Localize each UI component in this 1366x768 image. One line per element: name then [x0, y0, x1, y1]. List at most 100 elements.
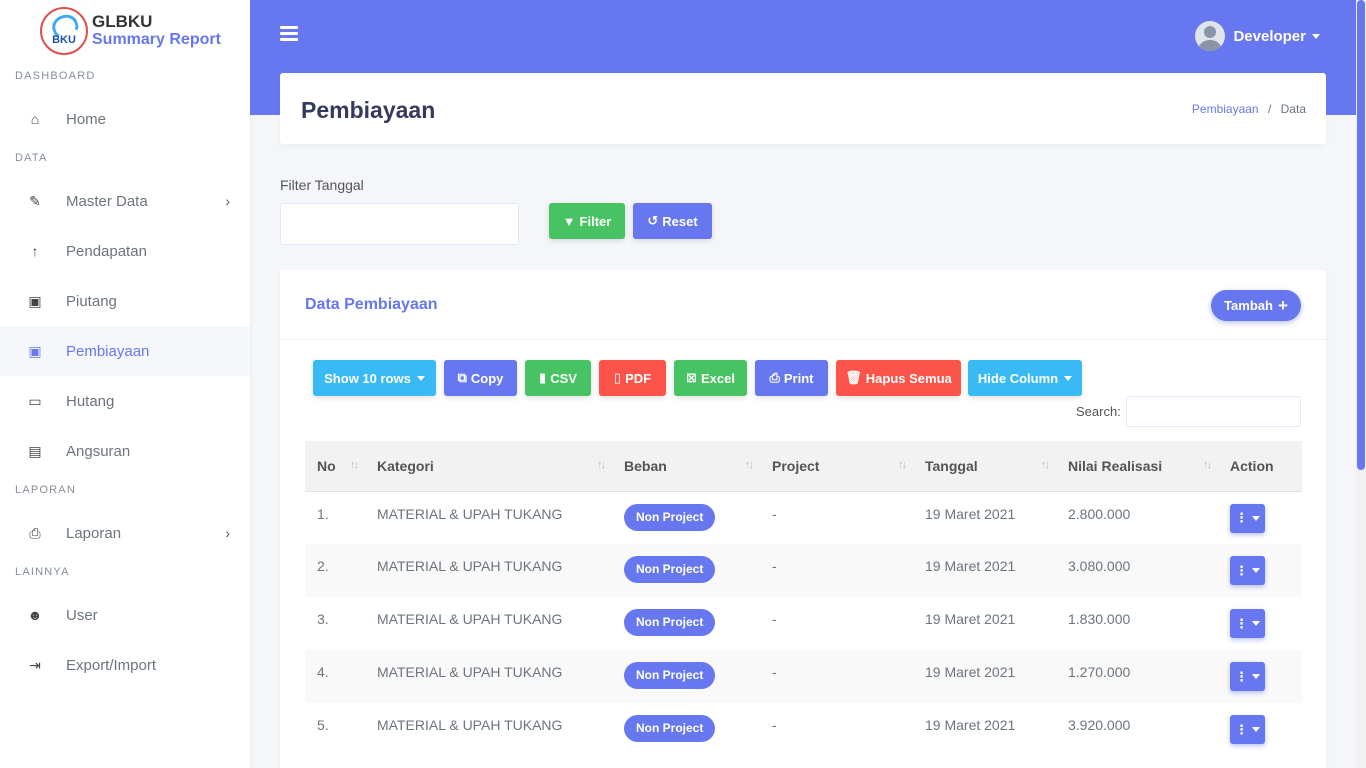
- ellipsis-vertical-icon: ⋮: [1235, 721, 1248, 737]
- cell-action: ⋮: [1218, 491, 1302, 544]
- user-name: Developer: [1233, 27, 1306, 45]
- sidebar-item-label: Master Data: [66, 192, 148, 210]
- cell-no: 2.: [305, 544, 365, 597]
- cell-tanggal: 19 Maret 2021: [925, 611, 1016, 627]
- table-row: 4. MATERIAL & UPAH TUKANG Non Project - …: [305, 650, 1302, 703]
- search-input[interactable]: [1126, 396, 1301, 427]
- sidebar-item-hutang[interactable]: ▭ Hutang: [0, 376, 250, 426]
- sidebar-item-angsuran[interactable]: ▤ Angsuran: [0, 426, 250, 476]
- cell-project: -: [772, 611, 777, 627]
- excel-button[interactable]: ⊠ Excel: [674, 360, 747, 396]
- page-scrollbar[interactable]: [1356, 0, 1366, 768]
- cell-tanggal: 19 Maret 2021: [925, 505, 1016, 522]
- reset-button-label: Reset: [662, 213, 698, 229]
- caret-down-icon: [1252, 515, 1260, 521]
- column-header-tanggal[interactable]: Tanggal ↑↓: [913, 441, 1056, 492]
- hamburger-menu-icon[interactable]: [280, 26, 298, 42]
- cell-nilai-realisasi: 3.920.000: [1068, 717, 1131, 733]
- column-header-project[interactable]: Project ↑↓: [760, 441, 913, 492]
- breadcrumb: Pembiayaan / Data: [1192, 102, 1306, 116]
- column-header-beban[interactable]: Beban ↑↓: [612, 441, 760, 492]
- add-button-label: Tambah: [1224, 298, 1273, 313]
- sidebar-item-label: Pembiayaan: [66, 342, 150, 360]
- cell-beban: Non Project: [612, 491, 760, 544]
- menu-header-data: DATA: [15, 152, 48, 164]
- cell-project: -: [760, 650, 913, 703]
- plus-icon: +: [1277, 296, 1288, 315]
- csv-button[interactable]: ▮ CSV: [525, 360, 591, 396]
- filter-button[interactable]: ▼ Filter: [549, 203, 625, 239]
- cell-project: -: [760, 544, 913, 597]
- sidebar-item-laporan[interactable]: ⎙ Laporan ›: [0, 508, 250, 558]
- caret-down-icon: [1312, 33, 1320, 39]
- edit-icon: ✎: [29, 192, 41, 209]
- file-export-icon: ⇥: [29, 656, 41, 673]
- ellipsis-vertical-icon: ⋮: [1235, 668, 1248, 684]
- cell-beban: Non Project: [612, 703, 760, 756]
- money-bill-icon: ▣: [28, 342, 42, 359]
- arrow-up-icon: ↑: [31, 243, 39, 259]
- pdf-button[interactable]: ▯ PDF: [599, 360, 666, 396]
- filter-date-input[interactable]: [280, 203, 519, 245]
- hide-column-dropdown[interactable]: Hide Column: [968, 360, 1082, 396]
- menu-header-laporan: LAPORAN: [15, 484, 76, 496]
- cell-nilai-realisasi: 1.270.000: [1056, 650, 1218, 703]
- breadcrumb-link[interactable]: Pembiayaan: [1192, 102, 1259, 116]
- excel-label: Excel: [700, 370, 735, 386]
- cell-action: ⋮: [1218, 544, 1302, 597]
- copy-button[interactable]: ⧉ Copy: [444, 360, 517, 396]
- copy-label: Copy: [470, 370, 504, 386]
- ellipsis-vertical-icon: ⋮: [1235, 562, 1248, 578]
- hide-column-label: Hide Column: [977, 370, 1059, 386]
- cell-kategori: MATERIAL & UPAH TUKANG: [365, 544, 612, 597]
- chevron-right-icon: ›: [225, 193, 230, 209]
- show-rows-dropdown[interactable]: Show 10 rows: [313, 360, 436, 396]
- brand-logo: BKU: [40, 7, 88, 55]
- column-header-no[interactable]: No ↑↓: [305, 441, 365, 492]
- column-header-nilai-realisasi[interactable]: Nilai Realisasi ↑↓: [1056, 441, 1218, 492]
- cell-tanggal: 19 Maret 2021: [913, 544, 1056, 597]
- page-header: Pembiayaan Pembiayaan / Data: [280, 73, 1326, 144]
- file-excel-icon: ⊠: [686, 370, 697, 385]
- users-icon: ☻: [27, 607, 43, 623]
- row-action-dropdown[interactable]: ⋮: [1230, 609, 1265, 638]
- sidebar-item-label: Export/Import: [66, 656, 157, 674]
- row-action-dropdown[interactable]: ⋮: [1230, 662, 1265, 691]
- row-action-dropdown[interactable]: ⋮: [1230, 556, 1265, 585]
- money-icon: ▣: [28, 292, 42, 309]
- reset-button[interactable]: ↺ Reset: [633, 203, 712, 239]
- row-action-dropdown[interactable]: ⋮: [1230, 503, 1265, 533]
- column-header-label: Action: [1230, 457, 1274, 474]
- trash-icon: 🗑: [845, 370, 862, 385]
- caret-down-icon: [1252, 568, 1260, 573]
- sort-icon: ↑↓: [745, 459, 754, 471]
- scrollbar-thumb[interactable]: [1357, 0, 1365, 470]
- sidebar-item-pembiayaan[interactable]: ▣ Pembiayaan: [0, 326, 250, 376]
- ellipsis-vertical-icon: ⋮: [1235, 615, 1248, 631]
- table-row: 5. MATERIAL & UPAH TUKANG Non Project - …: [305, 703, 1302, 756]
- logo-text: BKU: [52, 34, 76, 46]
- caret-down-icon: [1064, 375, 1073, 381]
- sidebar-item-export-import[interactable]: ⇥ Export/Import: [0, 640, 250, 690]
- sidebar-item-pendapatan[interactable]: ↑ Pendapatan: [0, 226, 250, 276]
- sidebar-item-piutang[interactable]: ▣ Piutang: [0, 276, 250, 326]
- row-action-dropdown[interactable]: ⋮: [1230, 715, 1265, 744]
- cell-no: 1.: [317, 505, 329, 522]
- cell-beban: Non Project: [612, 650, 760, 703]
- beban-badge: Non Project: [624, 503, 716, 531]
- sidebar-item-user[interactable]: ☻ User: [0, 590, 250, 640]
- column-header-kategori[interactable]: Kategori ↑↓: [365, 441, 612, 492]
- avatar: [1195, 21, 1226, 51]
- user-dropdown[interactable]: Developer: [1195, 21, 1320, 51]
- add-button[interactable]: Tambah +: [1211, 290, 1301, 321]
- cell-tanggal: 19 Maret 2021: [925, 717, 1016, 733]
- sidebar-item-master-data[interactable]: ✎ Master Data ›: [0, 176, 250, 226]
- cell-kategori: MATERIAL & UPAH TUKANG: [377, 717, 563, 733]
- print-button[interactable]: ⎙ Print: [755, 360, 828, 396]
- brand[interactable]: BKU GLBKU Summary Report: [0, 0, 250, 62]
- delete-all-button[interactable]: 🗑 Hapus Semua: [836, 360, 961, 396]
- column-header-action: Action: [1218, 441, 1302, 492]
- sidebar-item-home[interactable]: ⌂ Home: [0, 94, 250, 144]
- filter-icon: ▼: [562, 213, 576, 229]
- caret-down-icon: [1252, 621, 1260, 626]
